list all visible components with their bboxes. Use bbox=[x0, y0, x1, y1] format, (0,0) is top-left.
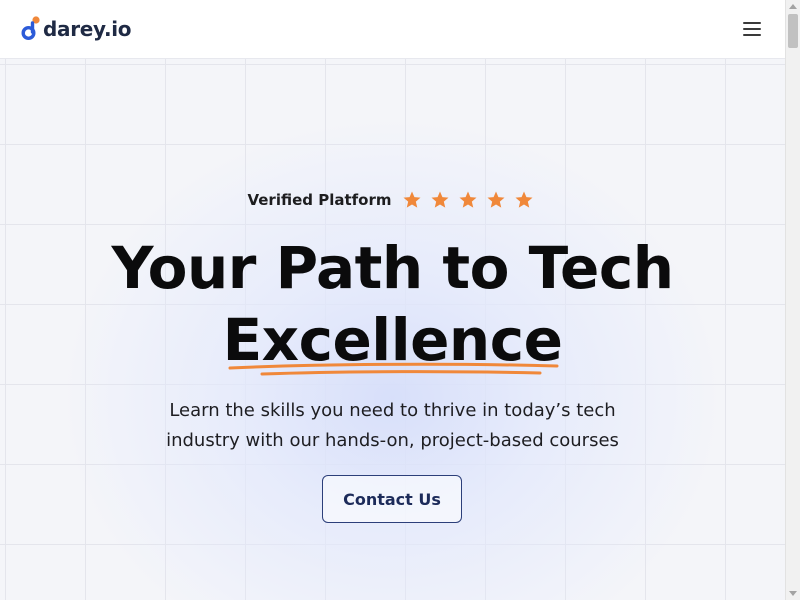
contact-us-button[interactable]: Contact Us bbox=[322, 475, 462, 523]
menu-bar-top bbox=[743, 22, 761, 24]
rating-stars bbox=[398, 190, 538, 210]
logo-text: darey.io bbox=[43, 17, 132, 41]
logo-mark-icon bbox=[21, 16, 40, 41]
scrollbar-thumb[interactable] bbox=[788, 14, 798, 48]
hero-subtitle: Learn the skills you need to thrive in t… bbox=[0, 396, 785, 456]
vertical-scrollbar[interactable] bbox=[785, 0, 800, 600]
scroll-up-arrow-icon[interactable] bbox=[789, 4, 797, 9]
underline-swoosh-decoration bbox=[228, 362, 559, 376]
menu-bar-middle bbox=[743, 28, 761, 30]
scroll-down-arrow-icon[interactable] bbox=[789, 591, 797, 596]
hero-headline: Your Path to Tech Excellence bbox=[0, 232, 785, 376]
star-icon bbox=[403, 191, 421, 208]
top-navigation-bar: darey.io bbox=[0, 0, 785, 59]
hamburger-menu-icon[interactable] bbox=[741, 19, 765, 39]
brand-logo[interactable]: darey.io bbox=[20, 15, 132, 43]
verified-platform-label: Verified Platform bbox=[247, 191, 392, 209]
star-icon bbox=[515, 191, 533, 208]
star-icon bbox=[431, 191, 449, 208]
page: darey.io Verified Platform Your Path to … bbox=[0, 0, 800, 600]
subtitle-line-1: Learn the skills you need to thrive in t… bbox=[169, 400, 616, 421]
headline-line-1: Your Path to Tech bbox=[111, 234, 674, 302]
verified-badge: Verified Platform bbox=[0, 190, 785, 210]
menu-bar-bottom bbox=[743, 34, 761, 36]
subtitle-line-2: industry with our hands-on, project-base… bbox=[166, 430, 619, 451]
star-icon bbox=[487, 191, 505, 208]
star-icon bbox=[459, 191, 477, 208]
